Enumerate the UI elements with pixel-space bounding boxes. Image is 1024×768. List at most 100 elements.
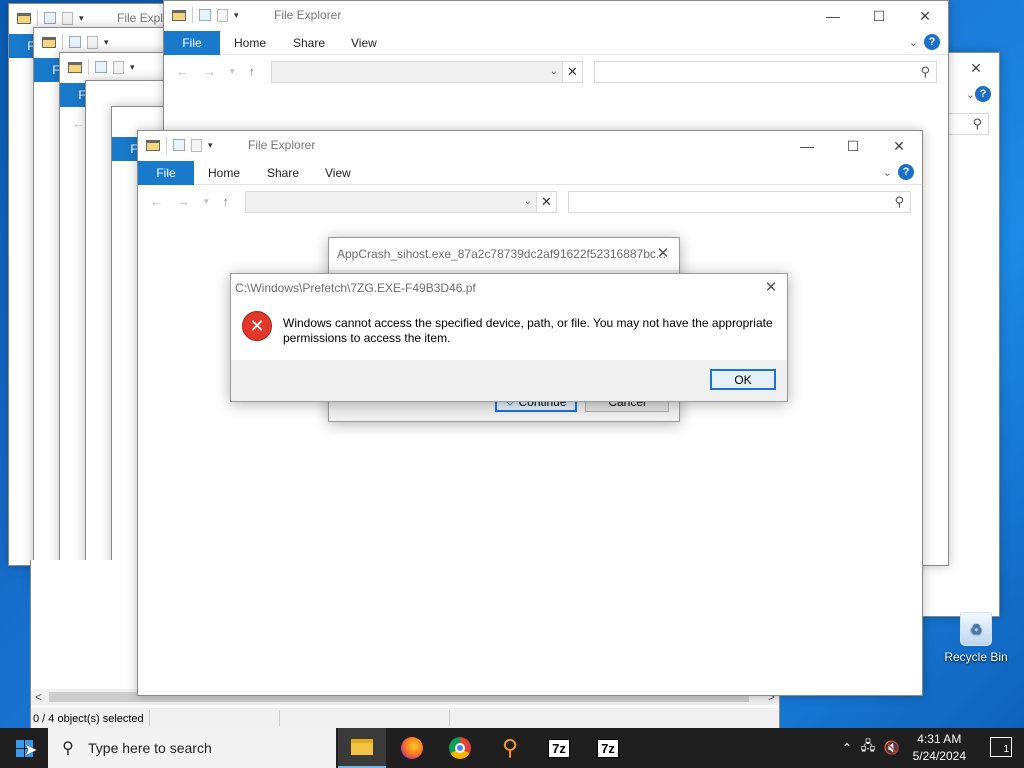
notification-center-icon[interactable]: 1 [990, 737, 1012, 757]
expand-ribbon-icon[interactable]: ⌄ [883, 166, 892, 179]
7zip-icon: 7z [548, 738, 570, 758]
quick-access-toolbar[interactable]: ▾ [172, 7, 239, 23]
divider [149, 710, 150, 726]
back-arrow-icon[interactable]: ← [176, 64, 189, 79]
expand-ribbon-icon[interactable]: ⌄ [966, 88, 975, 101]
search-icon: ⚲ [972, 116, 982, 131]
taskbar-search-box[interactable]: ⚲ Type here to search [48, 728, 336, 768]
forward-arrow-icon[interactable]: → [177, 194, 190, 209]
close-icon[interactable]: ✕ [761, 277, 781, 297]
window-controls: — ☐ ✕ [784, 131, 922, 161]
chevron-down-icon[interactable]: ▾ [130, 62, 135, 73]
date: 5/24/2024 [912, 749, 966, 763]
tab-share[interactable]: Share [267, 166, 299, 180]
taskbar-chrome[interactable] [436, 728, 484, 768]
navigation-bar: ← → ▾ ↑ ⌄ ✕ ⚲ [138, 187, 922, 217]
properties-icon[interactable] [173, 139, 185, 151]
title-bar[interactable]: ▾ File Explorer — ☐ ✕ [138, 131, 922, 161]
new-folder-icon[interactable] [191, 138, 202, 152]
help-icon[interactable]: ? [975, 86, 991, 102]
recycle-bin-icon: ♻ [960, 612, 992, 646]
network-icon[interactable]: 🖧 [856, 737, 880, 759]
tab-home[interactable]: Home [234, 36, 266, 50]
chevron-down-icon[interactable]: ▾ [79, 13, 84, 24]
status-bar: 0 / 4 object(s) selected [31, 708, 779, 729]
tab-view[interactable]: View [325, 166, 351, 180]
properties-icon[interactable] [44, 12, 56, 24]
file-explorer-icon [68, 61, 82, 73]
close-icon[interactable]: ✕ [953, 53, 999, 83]
help-icon[interactable]: ? [924, 34, 940, 50]
error-dialog[interactable]: C:\Windows\Prefetch\7ZG.EXE-F49B3D46.pf … [230, 273, 788, 402]
new-folder-icon[interactable] [113, 60, 124, 74]
taskbar-file-explorer[interactable] [338, 728, 386, 768]
tab-share[interactable]: Share [293, 36, 325, 50]
divider [88, 59, 89, 75]
close-icon[interactable]: ✕ [902, 1, 948, 31]
properties-icon[interactable] [69, 36, 81, 48]
divider [449, 710, 450, 726]
up-arrow-icon[interactable]: ↑ [249, 64, 256, 79]
recycle-bin[interactable]: ♻ Recycle Bin [940, 612, 1012, 664]
new-folder-icon[interactable] [62, 11, 73, 25]
search-placeholder: Type here to search [88, 740, 212, 756]
start-button[interactable]: ➤ [0, 728, 48, 768]
tab-file[interactable]: File [138, 161, 194, 185]
error-message-line-2: permissions to access the item. [283, 331, 451, 345]
file-explorer-icon [17, 12, 31, 24]
address-bar[interactable]: ⌄ ✕ [245, 191, 557, 213]
new-folder-icon[interactable] [217, 8, 228, 22]
taskbar-firefox[interactable] [388, 728, 436, 768]
back-arrow-icon[interactable]: ← [72, 116, 85, 131]
search-box[interactable]: ⚲ [568, 191, 911, 213]
nav-arrows: ← → ▾ ↑ [176, 64, 255, 79]
chevron-down-icon[interactable]: ▾ [208, 140, 213, 151]
properties-icon[interactable] [95, 61, 107, 73]
chevron-down-icon[interactable]: ⌄ [550, 66, 558, 77]
chevron-down-icon[interactable]: ▾ [104, 37, 109, 48]
recent-dropdown-icon[interactable]: ▾ [204, 196, 209, 209]
forward-arrow-icon[interactable]: → [203, 64, 216, 79]
expand-ribbon-icon[interactable]: ⌄ [909, 36, 918, 49]
close-icon[interactable]: ✕ [653, 243, 673, 263]
help-icon[interactable]: ? [898, 164, 914, 180]
up-arrow-icon[interactable]: ↑ [223, 194, 230, 209]
mouse-cursor-icon: ➤ [24, 742, 38, 759]
clear-icon[interactable]: ✕ [562, 62, 582, 82]
search-box[interactable]: ⚲ [594, 61, 937, 83]
dialog-title: C:\Windows\Prefetch\7ZG.EXE-F49B3D46.pf [235, 281, 476, 295]
close-icon[interactable]: ✕ [876, 131, 922, 161]
clear-icon[interactable]: ✕ [536, 192, 556, 212]
ribbon: File Home Share View ⌄ ? [164, 31, 948, 55]
title-bar[interactable]: ▾ File Explorer — ☐ ✕ [164, 1, 948, 31]
clock[interactable]: 4:31 AM 5/24/2024 [913, 731, 966, 765]
maximize-icon[interactable]: ☐ [856, 1, 902, 31]
taskbar-7zip-2[interactable]: 7z [584, 728, 632, 768]
quick-access-toolbar[interactable]: ▾ [42, 34, 109, 50]
notification-count: 1 [1003, 744, 1009, 755]
maximize-icon[interactable]: ☐ [830, 131, 876, 161]
back-arrow-icon[interactable]: ← [150, 194, 163, 209]
quick-access-toolbar[interactable]: ▾ [146, 137, 213, 153]
tab-file[interactable]: File [164, 31, 220, 55]
dialog-title: AppCrash_sihost.exe_87a2c78739dc2af91622… [337, 247, 666, 261]
recent-dropdown-icon[interactable]: ▾ [230, 66, 235, 79]
tab-home[interactable]: Home [208, 166, 240, 180]
chevron-up-icon[interactable]: ⌃ [838, 741, 856, 755]
taskbar-search-tool[interactable]: ⚲ [486, 728, 534, 768]
taskbar-7zip-1[interactable]: 7z [535, 728, 583, 768]
minimize-icon[interactable]: — [810, 1, 856, 31]
scroll-left-icon[interactable]: < [35, 690, 42, 704]
chevron-down-icon[interactable]: ⌄ [524, 196, 532, 207]
new-folder-icon[interactable] [87, 35, 98, 49]
volume-muted-icon[interactable]: 🔇 [880, 740, 904, 756]
quick-access-toolbar[interactable]: ▾ [68, 59, 135, 75]
properties-icon[interactable] [199, 9, 211, 21]
address-bar[interactable]: ⌄ ✕ [271, 61, 583, 83]
quick-access-toolbar[interactable]: ▾ [17, 10, 84, 26]
tab-view[interactable]: View [351, 36, 377, 50]
chevron-down-icon[interactable]: ▾ [234, 10, 239, 21]
ok-button[interactable]: OK [710, 369, 776, 390]
minimize-icon[interactable]: — [784, 131, 830, 161]
ribbon: File Home Share View ⌄ ? [138, 161, 922, 185]
